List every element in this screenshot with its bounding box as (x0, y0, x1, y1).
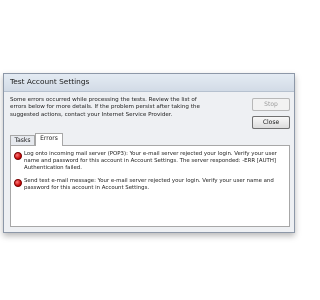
close-button[interactable]: Close (252, 116, 290, 129)
error-icon (14, 179, 22, 187)
tab-errors[interactable]: Errors (35, 133, 63, 146)
status-message: Some errors occurred while processing th… (10, 97, 200, 118)
stop-button[interactable]: Stop (252, 98, 290, 111)
error-message: Log onto incoming mail server (POP3): Yo… (24, 151, 277, 171)
errors-list: Log onto incoming mail server (POP3): Yo… (10, 145, 290, 227)
error-message: Send test e-mail message: Your e-mail se… (24, 178, 274, 191)
title-bar[interactable]: Test Account Settings (4, 74, 294, 92)
test-account-settings-dialog: Test Account Settings Some errors occurr… (3, 73, 295, 233)
error-icon (14, 152, 22, 160)
dialog-title: Test Account Settings (10, 77, 90, 86)
